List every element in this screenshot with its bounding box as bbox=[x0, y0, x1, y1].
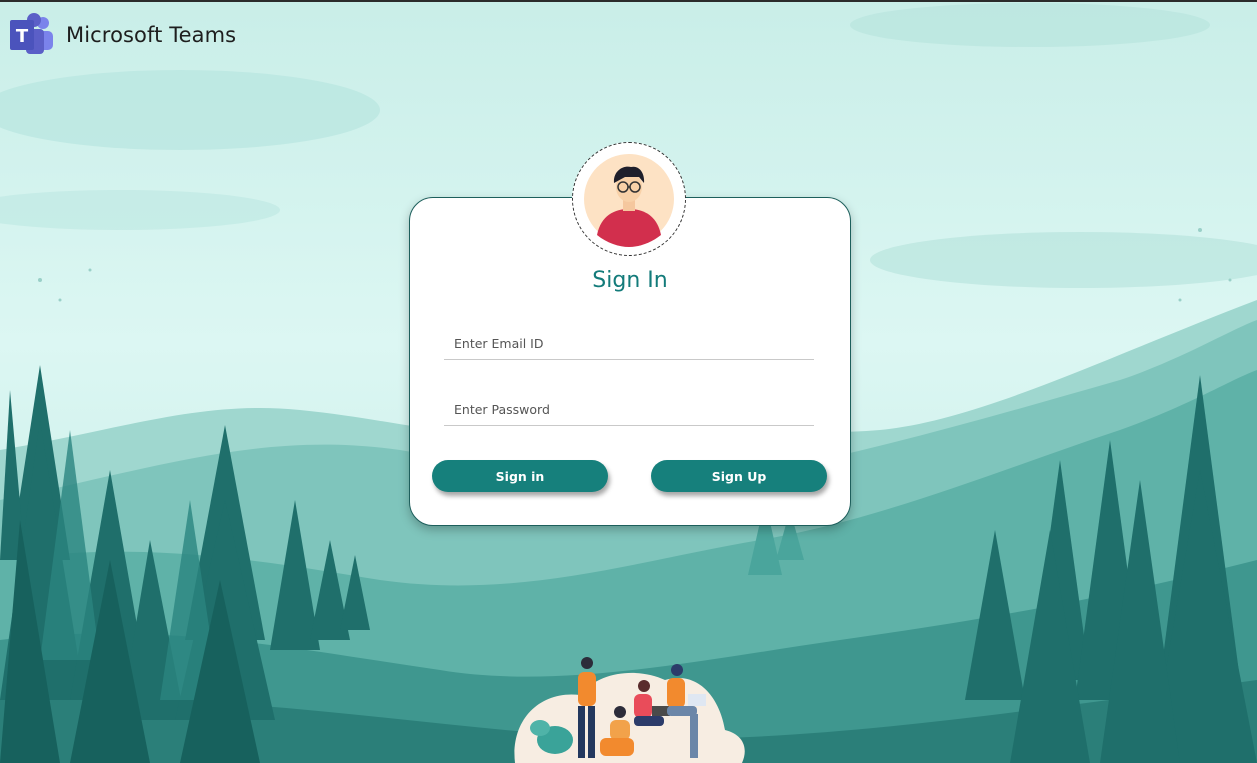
avatar bbox=[572, 142, 686, 256]
window-top-border bbox=[0, 0, 1257, 2]
app-name: Microsoft Teams bbox=[66, 23, 237, 47]
user-avatar-icon bbox=[584, 154, 674, 247]
svg-text:T: T bbox=[16, 26, 29, 47]
teams-logo-icon: T bbox=[10, 13, 53, 54]
sign-in-button[interactable]: Sign in bbox=[432, 460, 608, 492]
password-field[interactable] bbox=[444, 394, 814, 426]
sign-up-button[interactable]: Sign Up bbox=[651, 460, 827, 492]
brand-header: T Microsoft Teams bbox=[10, 12, 236, 58]
email-field[interactable] bbox=[444, 328, 814, 360]
login-page: T Microsoft Teams Sign In Sign in Sign U… bbox=[0, 0, 1257, 763]
page-title: Sign In bbox=[592, 268, 668, 293]
